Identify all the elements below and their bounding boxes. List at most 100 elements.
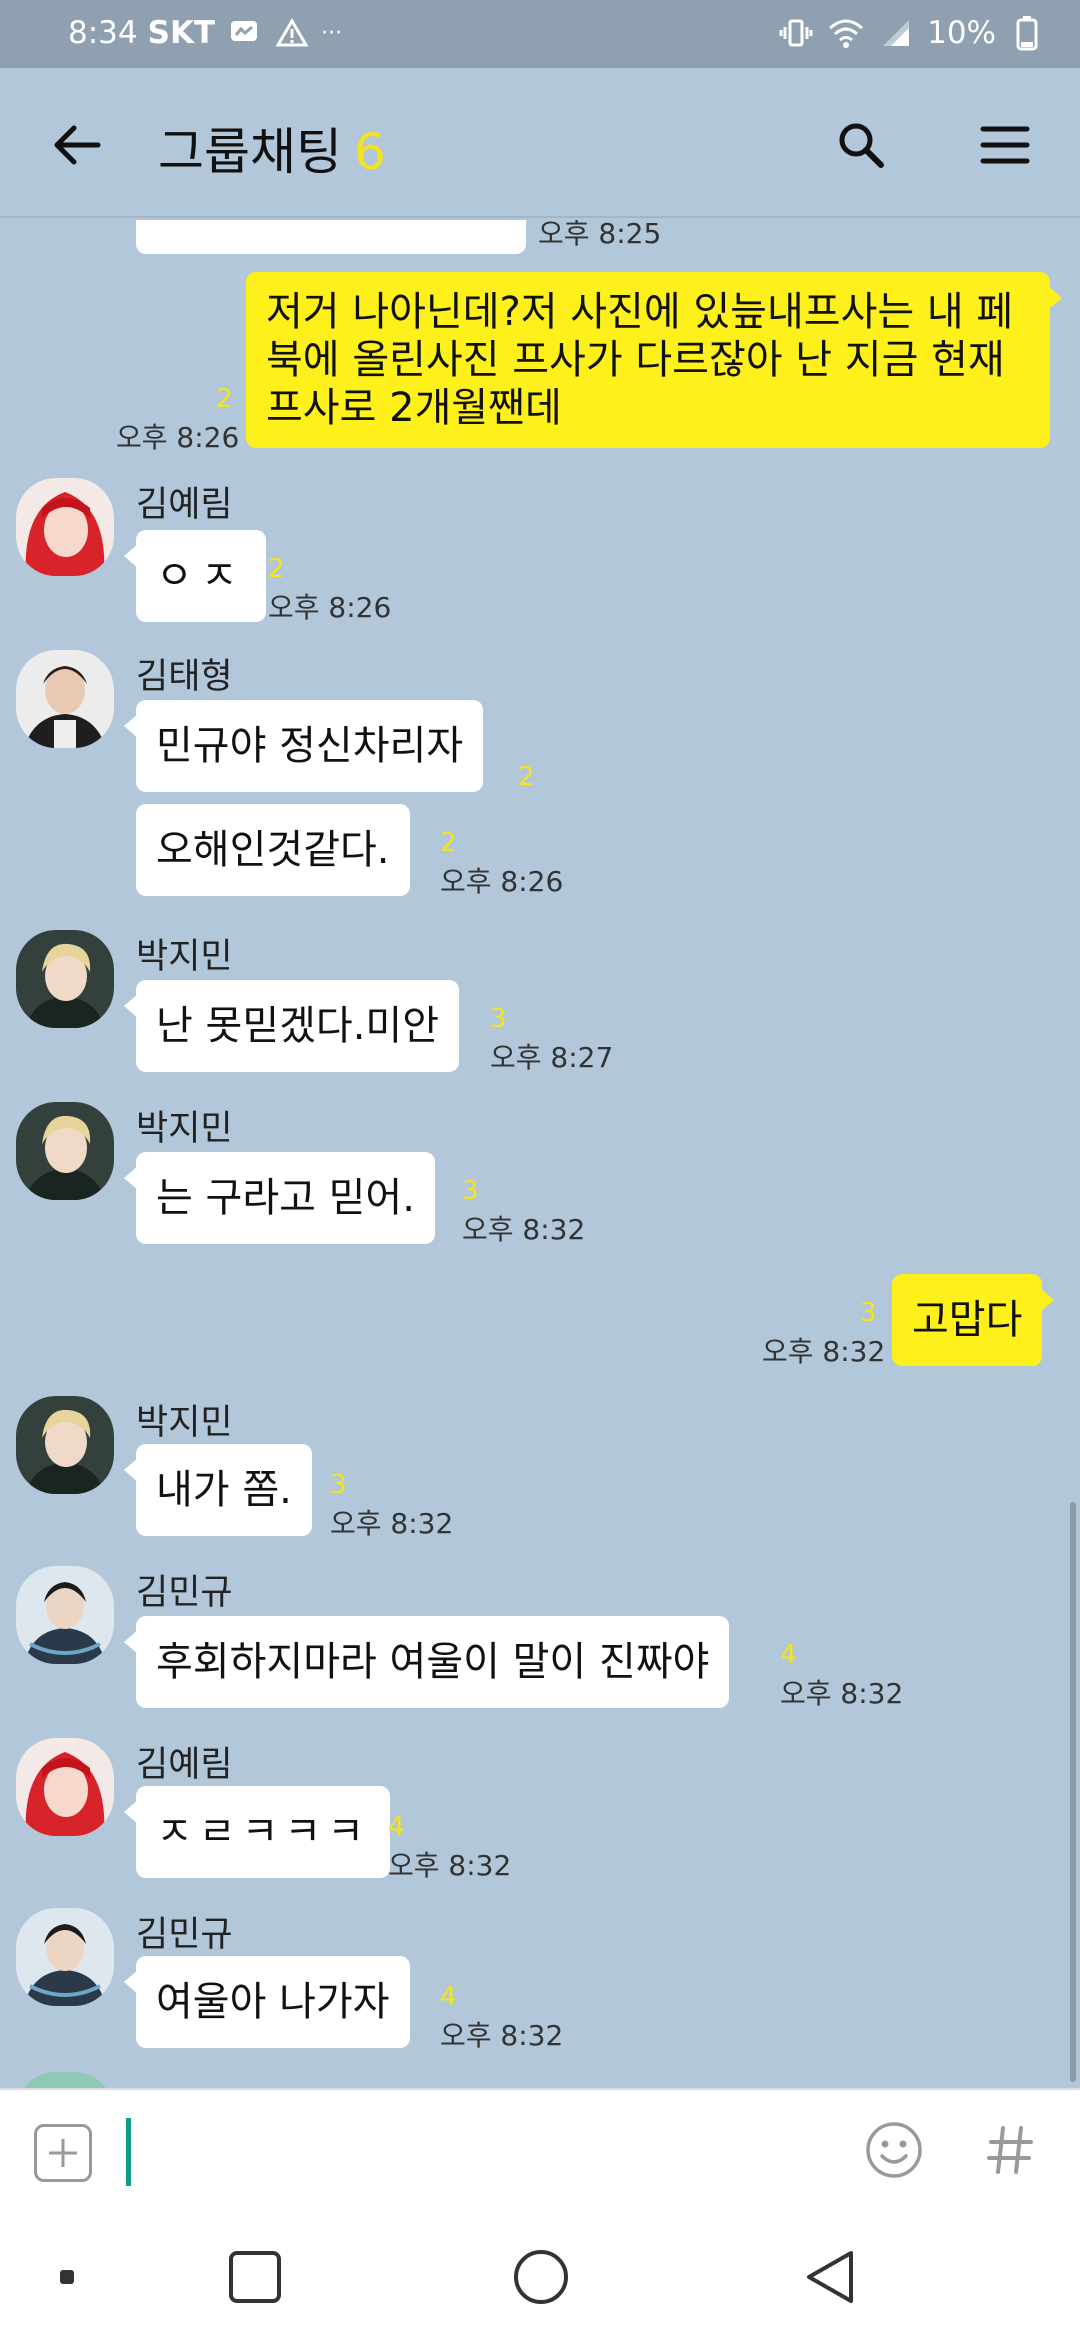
unread-count: 2 xyxy=(216,384,233,414)
warning-icon xyxy=(273,14,311,52)
attach-button[interactable] xyxy=(34,2124,92,2182)
chat-title: 그룹채팅 6 xyxy=(158,112,386,184)
message-text: 후회하지마라 여울이 말이 진짜야 xyxy=(156,1639,710,1685)
message-time: 오후 8:32 xyxy=(462,1213,586,1246)
emoji-button[interactable] xyxy=(862,2118,926,2182)
unread-count: 3 xyxy=(490,1004,507,1034)
message-text: 오해인것같다. xyxy=(156,827,390,873)
message-text: ㅈㄹㅋㅋㅋ xyxy=(156,1809,370,1855)
avatar-kim-yerim[interactable] xyxy=(16,1738,114,1836)
message-text: ㅇㅈ xyxy=(156,553,246,599)
unread-count: 4 xyxy=(780,1640,797,1670)
status-carrier: SKT xyxy=(147,15,216,51)
arrow-left-icon xyxy=(54,125,101,165)
wifi-icon xyxy=(827,14,865,52)
message-time: 오후 8:26 xyxy=(440,865,564,898)
message-text: 내가 쫌. xyxy=(156,1467,292,1513)
avatar-kim-taehyung[interactable] xyxy=(16,650,114,748)
dot-icon xyxy=(60,2270,74,2284)
message-bubble[interactable]: 는 구라고 믿어. xyxy=(124,1152,435,1244)
message-time: 오후 8:32 xyxy=(780,1677,904,1710)
message-bubble[interactable]: 후회하지마라 여울이 말이 진짜야 xyxy=(123,1616,730,1708)
text-caret xyxy=(126,2118,131,2186)
sender-name: 김민규 xyxy=(136,1573,233,1613)
search-icon xyxy=(839,123,884,168)
message-text: 저거 나아닌데?저 사진에 있늪내프사는 내 페북에 올린사진 프사가 다르잖아… xyxy=(266,289,1014,431)
avatar-kim-mingyu[interactable] xyxy=(16,1566,114,1664)
sender-name: 박지민 xyxy=(136,1109,233,1149)
signal-icon xyxy=(877,14,915,52)
message-input[interactable] xyxy=(126,2118,826,2186)
battery-icon xyxy=(1008,14,1046,52)
hash-icon xyxy=(987,2126,1033,2174)
message-text: 고맙다 xyxy=(912,1297,1023,1343)
messenger-icon xyxy=(225,14,263,52)
avatar-kim-mingyu[interactable] xyxy=(16,1908,114,2006)
member-count: 6 xyxy=(354,123,386,181)
message-time: 오후 8:32 xyxy=(762,1335,886,1368)
status-bar: 8:34 SKT ··· 10% xyxy=(0,0,1080,68)
message-time: 오후 8:26 xyxy=(116,421,240,454)
sender-name: 김민규 xyxy=(136,1915,233,1955)
message-time: 오후 8:26 xyxy=(268,591,392,624)
chat-list[interactable]: 오후 8:25 저거 나아닌데?저 사진에 있늪내프사는 내 페북에 올린사진 … xyxy=(0,220,1080,2088)
system-nav-bar xyxy=(0,2212,1080,2340)
plus-icon xyxy=(49,2139,77,2167)
vibrate-icon xyxy=(777,14,815,52)
message-time: 오후 8:25 xyxy=(538,220,662,250)
message-bubble[interactable]: 여울아 나가자 xyxy=(124,1956,410,2048)
message-bubble[interactable]: 민규야 정신차리자 xyxy=(123,700,484,792)
sender-name: 박지민 xyxy=(136,1403,233,1443)
message-bubble[interactable]: 오해인것같다. xyxy=(136,804,410,896)
unread-count: 2 xyxy=(268,554,285,584)
message-time: 오후 8:27 xyxy=(490,1041,614,1074)
unread-count: 3 xyxy=(330,1470,347,1500)
message-bubble[interactable]: 내가 쫌. xyxy=(124,1444,312,1536)
message-time: 오후 8:32 xyxy=(330,1507,454,1540)
sender-name: 김태형 xyxy=(136,657,233,697)
recents-icon xyxy=(229,2251,281,2303)
nav-dot-button[interactable] xyxy=(32,2242,102,2312)
message-time: 오후 8:32 xyxy=(440,2019,564,2052)
sender-name: 김예림 xyxy=(136,1745,233,1785)
message-text: 민규야 정신차리자 xyxy=(156,723,464,769)
my-message-bubble[interactable]: 고맙다 xyxy=(892,1274,1055,1366)
message-bubble[interactable]: ㅇㅈ xyxy=(124,530,266,622)
unread-count: 4 xyxy=(388,1812,405,1842)
unread-count: 3 xyxy=(462,1176,479,1206)
menu-button[interactable] xyxy=(972,112,1038,178)
avatar-kim-yerim[interactable] xyxy=(16,478,114,576)
message-text: 는 구라고 믿어. xyxy=(156,1175,415,1221)
message-bubble-partial[interactable] xyxy=(136,220,526,254)
unread-count: 2 xyxy=(440,828,457,858)
nav-back-button[interactable] xyxy=(794,2242,864,2312)
unread-count: 2 xyxy=(518,762,535,792)
battery-percent: 10% xyxy=(927,15,996,51)
message-text: 난 못믿겠다.미안 xyxy=(156,1003,440,1049)
avatar-partial[interactable] xyxy=(16,2072,114,2088)
unread-count: 4 xyxy=(440,1982,457,2012)
chat-scrollbar[interactable] xyxy=(1070,1502,1076,2082)
back-triangle-icon xyxy=(807,2251,853,2303)
nav-recents-button[interactable] xyxy=(220,2242,290,2312)
home-circle-icon xyxy=(514,2250,568,2304)
my-message-bubble[interactable]: 저거 나아닌데?저 사진에 있늪내프사는 내 페북에 올린사진 프사가 다르잖아… xyxy=(246,272,1062,448)
message-time: 오후 8:32 xyxy=(388,1849,512,1882)
sender-name: 박지민 xyxy=(136,937,233,977)
nav-home-button[interactable] xyxy=(506,2242,576,2312)
avatar-park-jimin[interactable] xyxy=(16,930,114,1028)
search-button[interactable] xyxy=(828,112,894,178)
avatar-park-jimin[interactable] xyxy=(16,1102,114,1200)
chat-header: 그룹채팅 6 xyxy=(0,68,1080,218)
emoji-icon xyxy=(866,2122,922,2178)
hash-button[interactable] xyxy=(978,2118,1042,2182)
message-text: 여울아 나가자 xyxy=(156,1979,390,2025)
message-bubble[interactable]: 난 못믿겠다.미안 xyxy=(123,980,460,1072)
status-time: 8:34 xyxy=(68,15,138,51)
avatar-park-jimin[interactable] xyxy=(16,1396,114,1494)
chat-title-text: 그룹채팅 xyxy=(158,123,342,181)
message-bubble[interactable]: ㅈㄹㅋㅋㅋ xyxy=(124,1786,390,1878)
back-button[interactable] xyxy=(44,112,110,178)
message-input-bar xyxy=(0,2088,1080,2212)
hamburger-icon xyxy=(980,126,1030,164)
